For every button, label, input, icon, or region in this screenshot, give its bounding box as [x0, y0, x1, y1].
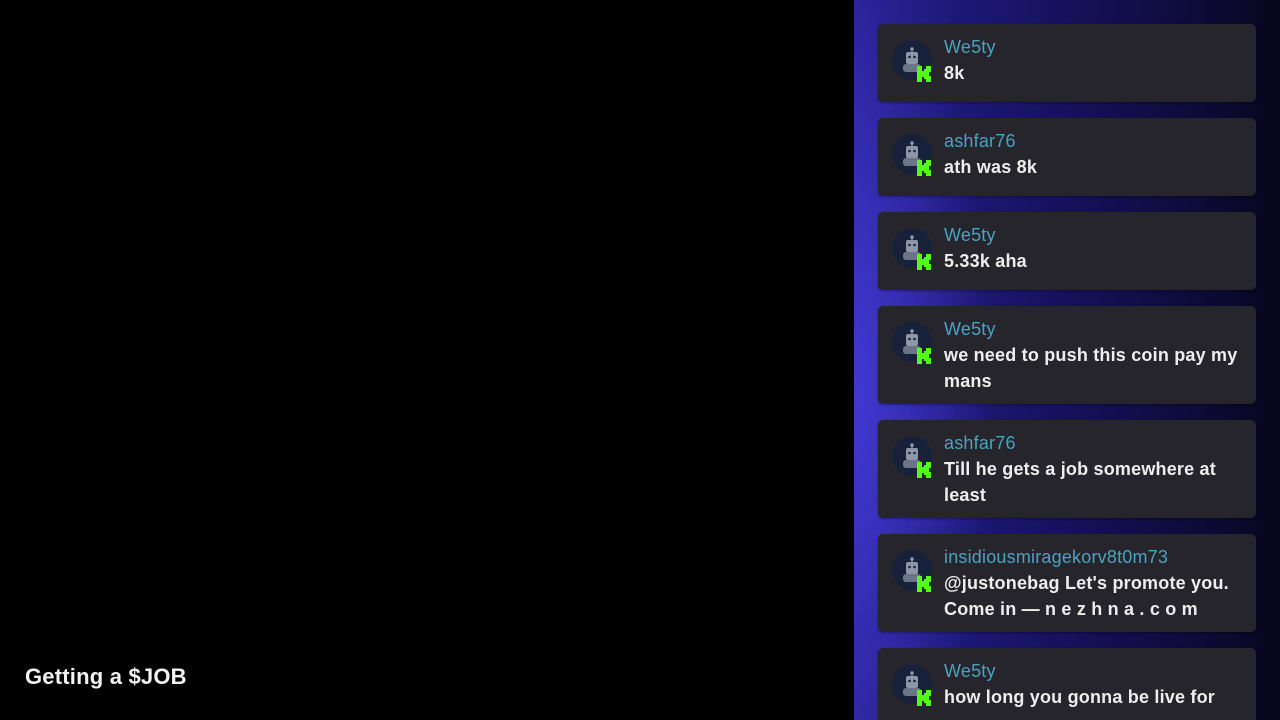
chat-message[interactable]: insidiousmiragekorv8t0m73 @justonebag Let… [878, 534, 1256, 632]
chat-username[interactable]: ashfar76 [944, 432, 1242, 454]
user-avatar[interactable] [892, 40, 932, 82]
kick-badge-icon [916, 254, 932, 270]
kick-badge-icon [916, 576, 932, 592]
chat-message-list[interactable]: We5ty 8k ashfar76 ath was 8k We5ty 5.33k aha W… [878, 24, 1256, 720]
kick-badge-icon [916, 66, 932, 82]
chat-message-text: 8k [944, 63, 965, 83]
chat-message-text: we need to push this coin pay my mans [944, 345, 1238, 391]
kick-badge-icon [916, 690, 932, 706]
kick-badge-icon [916, 462, 932, 478]
user-avatar[interactable] [892, 228, 932, 270]
chat-username[interactable]: We5ty [944, 36, 1242, 58]
chat-username[interactable]: We5ty [944, 224, 1242, 246]
kick-badge-icon [916, 160, 932, 176]
chat-message-text: ath was 8k [944, 157, 1038, 177]
video-player[interactable]: Getting a $JOB [0, 0, 854, 720]
chat-message[interactable]: We5ty 5.33k aha [878, 212, 1256, 290]
chat-message[interactable]: ashfar76 Till he gets a job somewhere at … [878, 420, 1256, 518]
user-avatar[interactable] [892, 134, 932, 176]
stream-page: Getting a $JOB We5ty 8k ashfar76 ath was 8k… [0, 0, 1280, 720]
chat-username[interactable]: We5ty [944, 318, 1242, 340]
chat-username[interactable]: insidiousmiragekorv8t0m73 [944, 546, 1242, 568]
user-avatar[interactable] [892, 322, 932, 364]
chat-message[interactable]: We5ty 8k [878, 24, 1256, 102]
stream-title: Getting a $JOB [25, 664, 187, 689]
chat-message-text: how long you gonna be live for [944, 687, 1215, 707]
chat-message-text: @justonebag Let's promote you. Come in —… [944, 573, 1229, 619]
chat-panel[interactable]: We5ty 8k ashfar76 ath was 8k We5ty 5.33k aha W… [854, 0, 1280, 720]
chat-message[interactable]: We5ty how long you gonna be live for [878, 648, 1256, 720]
user-avatar[interactable] [892, 436, 932, 478]
kick-badge-icon [916, 348, 932, 364]
chat-message-text: Till he gets a job somewhere at least [944, 459, 1216, 505]
chat-message-text: 5.33k aha [944, 251, 1027, 271]
chat-message[interactable]: We5ty we need to push this coin pay my ma… [878, 306, 1256, 404]
chat-username[interactable]: We5ty [944, 660, 1242, 682]
chat-username[interactable]: ashfar76 [944, 130, 1242, 152]
user-avatar[interactable] [892, 550, 932, 592]
user-avatar[interactable] [892, 664, 932, 706]
chat-message[interactable]: ashfar76 ath was 8k [878, 118, 1256, 196]
